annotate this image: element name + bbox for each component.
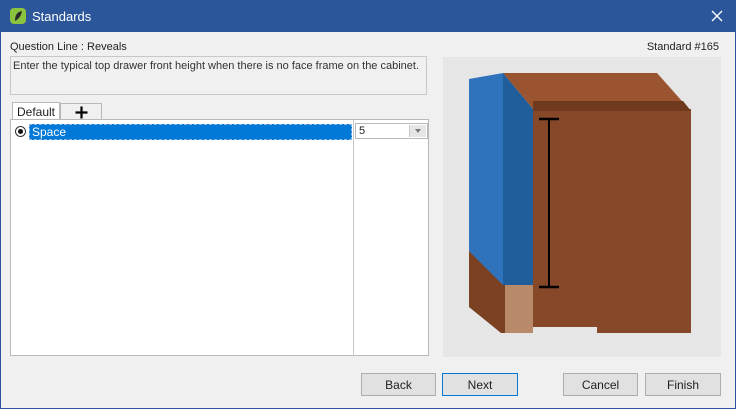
title-bar: Standards <box>1 1 735 32</box>
cabinet-preview-image <box>443 57 721 357</box>
app-logo-icon <box>10 8 26 24</box>
window-title: Standards <box>32 9 92 24</box>
radio-button[interactable] <box>15 126 26 137</box>
options-list[interactable]: Space 5 <box>10 119 429 356</box>
description-box: Enter the typical top drawer front heigh… <box>10 56 427 95</box>
dropdown-arrow-icon[interactable] <box>409 125 426 137</box>
finish-button[interactable]: Finish <box>645 373 721 396</box>
column-divider <box>353 120 354 355</box>
cancel-button[interactable]: Cancel <box>563 373 638 396</box>
standard-number: Standard #165 <box>646 41 719 53</box>
question-line-label: Question Line : Reveals <box>10 41 127 53</box>
plus-icon <box>75 106 87 118</box>
value-text: 5 <box>359 125 366 137</box>
next-button[interactable]: Next <box>442 373 518 396</box>
list-item-label[interactable]: Space <box>29 124 352 140</box>
standards-dialog: Standards Question Line : Reveals Standa… <box>0 0 736 409</box>
close-icon[interactable] <box>705 5 729 27</box>
value-dropdown[interactable]: 5 <box>355 123 428 139</box>
back-button[interactable]: Back <box>361 373 436 396</box>
add-tab-button[interactable] <box>60 103 102 120</box>
tab-default[interactable]: Default <box>12 102 60 120</box>
